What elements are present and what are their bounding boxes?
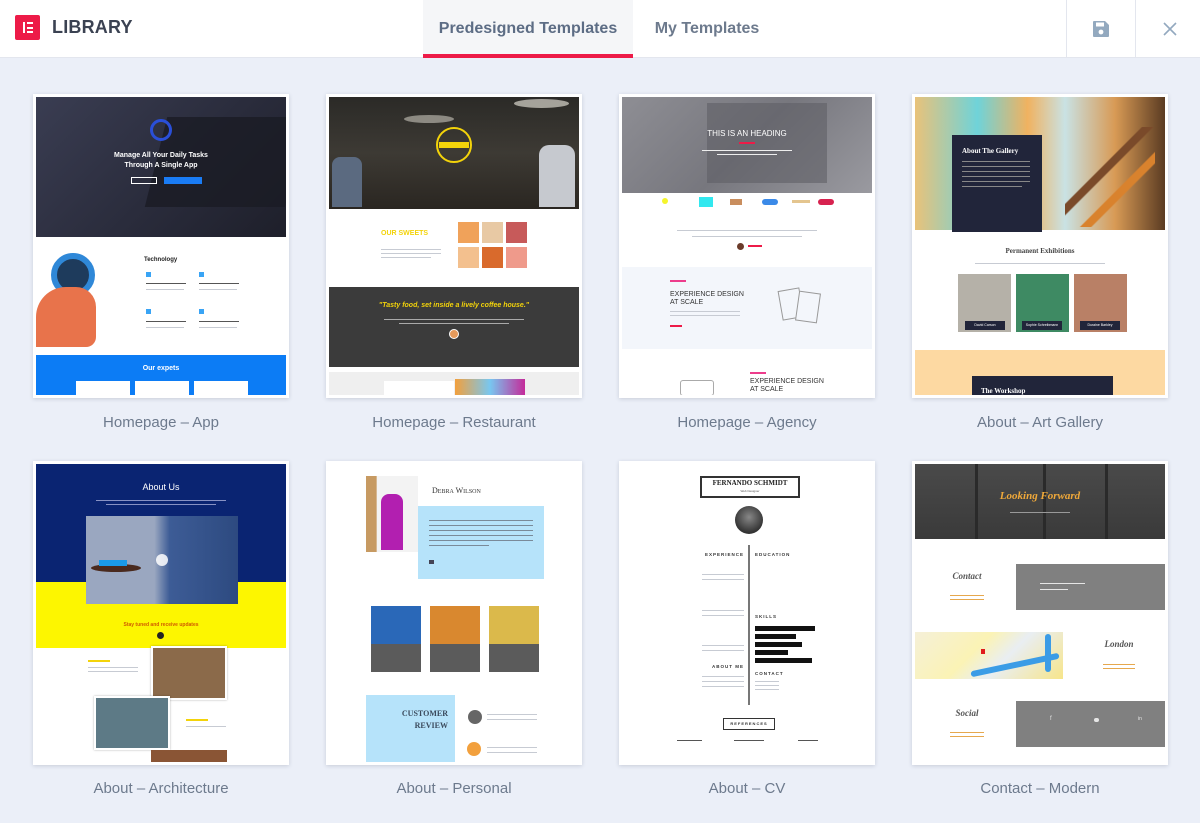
app-logo-icon — [150, 119, 172, 141]
skill-bar — [755, 658, 812, 663]
template-preview: THIS IS AN HEADING EXPERIENCE DESIGN AT … — [622, 97, 872, 395]
template-preview: About Us Stay tuned and receive updates — [36, 464, 286, 762]
template-preview: Debra Wilson CUSTOMER REVIEW — [329, 464, 579, 762]
map-pin-icon — [981, 649, 985, 654]
library-title: LIBRARY — [52, 17, 133, 37]
library-header: LIBRARY Predesigned Templates My Templat… — [0, 0, 1200, 58]
template-label[interactable]: Homepage – Restaurant — [326, 414, 582, 431]
template-card-about-art-gallery[interactable]: About The Gallery Permanent Exhibitions … — [912, 94, 1168, 398]
template-card-homepage-restaurant[interactable]: OUR SWEETS "Tasty food, set inside a liv… — [326, 94, 582, 398]
template-label[interactable]: Homepage – App — [33, 414, 289, 431]
skill-bar — [755, 642, 802, 647]
template-card-homepage-agency[interactable]: THIS IS AN HEADING EXPERIENCE DESIGN AT … — [619, 94, 875, 398]
skill-bar — [755, 634, 796, 639]
tab-my-templates[interactable]: My Templates — [633, 0, 781, 58]
template-card-about-architecture[interactable]: About Us Stay tuned and receive updates — [33, 461, 289, 765]
template-preview: Looking Forward Contact London Social f … — [915, 464, 1165, 762]
template-label[interactable]: Contact – Modern — [912, 780, 1168, 797]
template-preview: OUR SWEETS "Tasty food, set inside a liv… — [329, 97, 579, 395]
template-label[interactable]: About – Art Gallery — [912, 414, 1168, 431]
template-card-about-personal[interactable]: Debra Wilson CUSTOMER REVIEW — [326, 461, 582, 765]
skill-bar — [755, 626, 815, 631]
skill-bar — [755, 650, 788, 655]
template-preview: About The Gallery Permanent Exhibitions … — [915, 97, 1165, 395]
facebook-icon: f — [1050, 716, 1052, 722]
save-template-button[interactable] — [1066, 0, 1134, 58]
template-label[interactable]: About – Architecture — [33, 780, 289, 797]
floppy-disk-icon — [1092, 21, 1109, 37]
template-label[interactable]: Homepage – Agency — [619, 414, 875, 431]
close-x-icon — [1162, 22, 1177, 36]
close-library-button[interactable] — [1135, 0, 1200, 58]
elementor-logo-icon — [15, 15, 40, 40]
play-icon — [156, 554, 168, 566]
template-card-contact-modern[interactable]: Looking Forward Contact London Social f … — [912, 461, 1168, 765]
avatar — [735, 506, 763, 534]
template-label[interactable]: About – Personal — [326, 780, 582, 797]
template-preview: FERNANDO SCHMIDT Web Designer EXPERIENCE… — [622, 464, 872, 762]
template-label[interactable]: About – CV — [619, 780, 875, 797]
twitter-icon — [1094, 718, 1099, 722]
linkedin-icon: in — [1138, 716, 1142, 722]
template-card-about-cv[interactable]: FERNANDO SCHMIDT Web Designer EXPERIENCE… — [619, 461, 875, 765]
template-card-homepage-app[interactable]: Manage All Your Daily Tasks Through A Si… — [33, 94, 289, 398]
tab-predesigned-templates[interactable]: Predesigned Templates — [423, 0, 633, 58]
template-preview: Manage All Your Daily Tasks Through A Si… — [36, 97, 286, 395]
